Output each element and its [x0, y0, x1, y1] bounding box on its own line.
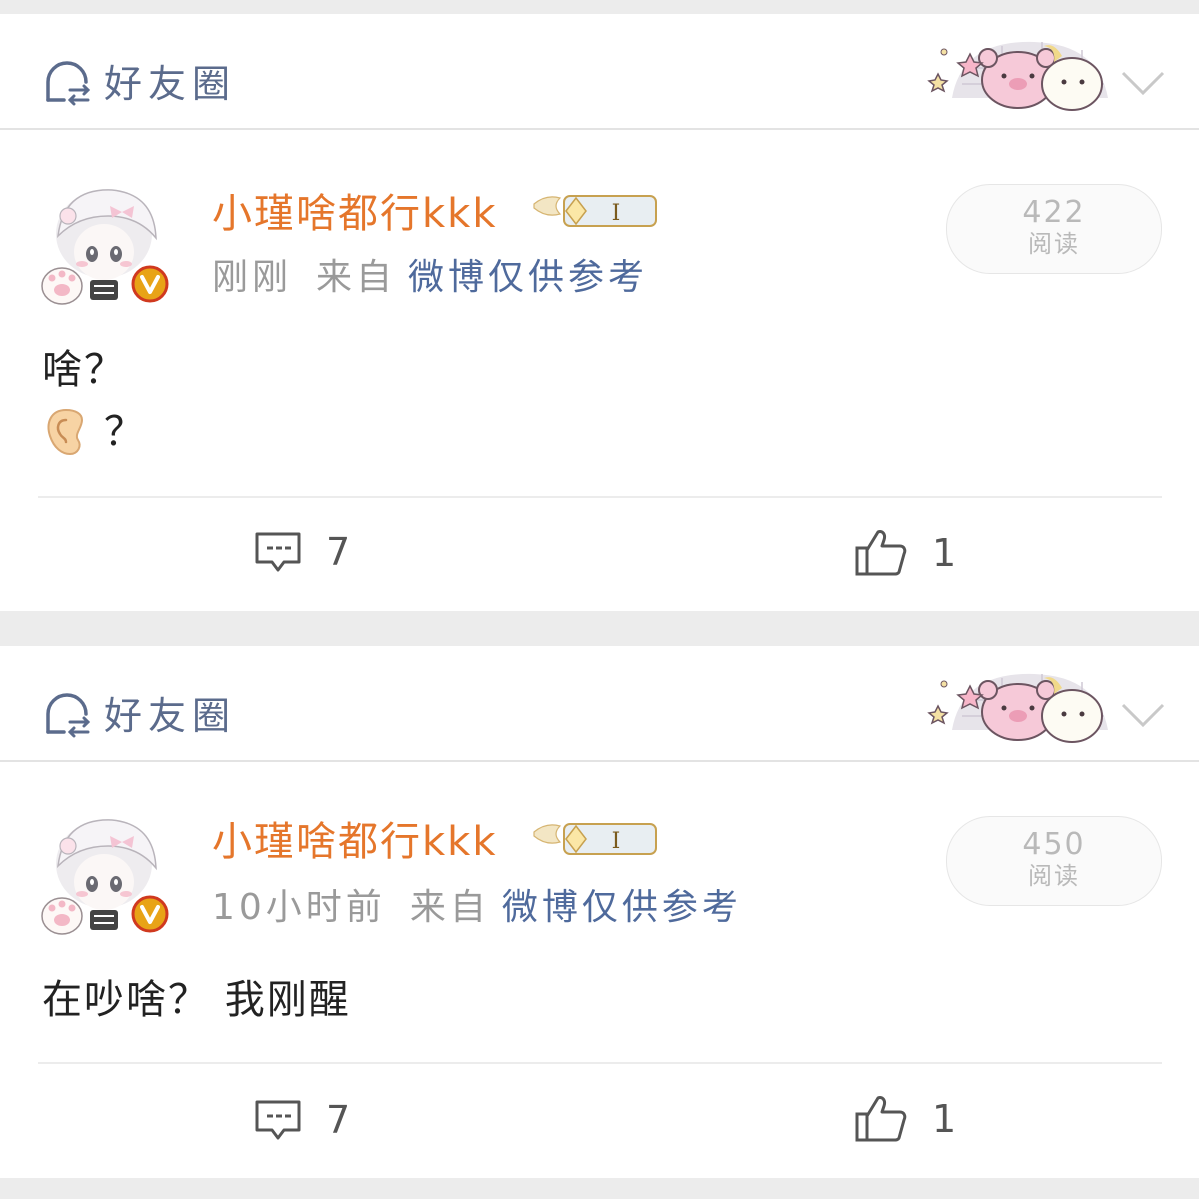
thumbs-up-icon	[855, 1096, 907, 1142]
avatar[interactable]	[38, 182, 178, 308]
chevron-down-icon[interactable]	[1120, 68, 1166, 98]
from-label: 来自	[316, 257, 397, 298]
post-text-line: 在吵啥？ 我刚醒	[42, 977, 351, 1023]
card-header: 好友圈	[0, 14, 1199, 130]
read-count: 450	[1022, 827, 1086, 862]
circle-label[interactable]: 好友圈	[104, 58, 236, 110]
post-text-line: 啥？	[42, 347, 126, 393]
post-time: 刚刚	[212, 257, 293, 298]
read-count: 422	[1022, 195, 1086, 230]
cartoon-decoration-icon	[927, 673, 1108, 743]
read-label: 阅读	[1028, 862, 1080, 890]
ear-emoji-icon	[47, 408, 84, 456]
post-text: 啥？ ？	[42, 342, 146, 460]
friends-circle-icon	[46, 61, 91, 106]
level-badge-icon: I	[533, 823, 657, 855]
comment-icon	[255, 1100, 301, 1140]
post-card: 好友圈	[0, 646, 1199, 1178]
comment-icon	[255, 532, 301, 572]
post-meta: 刚刚 来自 微博仅供参考	[212, 254, 648, 302]
level-badge-icon: I	[533, 195, 657, 227]
friends-circle-icon	[46, 693, 91, 738]
comment-count: 7	[326, 530, 351, 574]
post-meta: 10小时前 来自 微博仅供参考	[212, 884, 742, 932]
avatar[interactable]	[38, 812, 178, 938]
level-text: I	[612, 201, 621, 226]
post-text: 在吵啥？ 我刚醒	[42, 972, 351, 1028]
source-link[interactable]: 微博仅供参考	[502, 887, 742, 928]
post-card: 好友圈	[0, 14, 1199, 611]
like-count: 1	[932, 1097, 957, 1141]
thumbs-up-icon	[855, 530, 907, 576]
from-label: 来自	[409, 887, 490, 928]
cartoon-decoration-icon	[927, 41, 1108, 111]
card-header: 好友圈	[0, 646, 1199, 762]
like-count: 1	[932, 531, 957, 575]
source-link[interactable]: 微博仅供参考	[408, 257, 648, 298]
comment-button[interactable]: 7	[254, 1098, 350, 1142]
post-text-suffix: ？	[104, 409, 146, 455]
read-count-pill: 450 阅读	[946, 816, 1162, 906]
level-text: I	[612, 829, 621, 854]
like-button[interactable]: 1	[854, 1094, 956, 1144]
username[interactable]: 小瑾啥都行kkk	[212, 816, 498, 868]
comment-button[interactable]: 7	[254, 530, 350, 574]
post-text-line: ？	[42, 404, 146, 460]
like-button[interactable]: 1	[854, 528, 956, 578]
divider	[38, 496, 1162, 498]
read-label: 阅读	[1028, 230, 1080, 258]
read-count-pill: 422 阅读	[946, 184, 1162, 274]
chevron-down-icon[interactable]	[1120, 700, 1166, 730]
divider	[38, 1062, 1162, 1064]
comment-count: 7	[326, 1098, 351, 1142]
circle-label[interactable]: 好友圈	[104, 690, 236, 742]
username[interactable]: 小瑾啥都行kkk	[212, 188, 498, 240]
post-time: 10小时前	[212, 887, 386, 928]
